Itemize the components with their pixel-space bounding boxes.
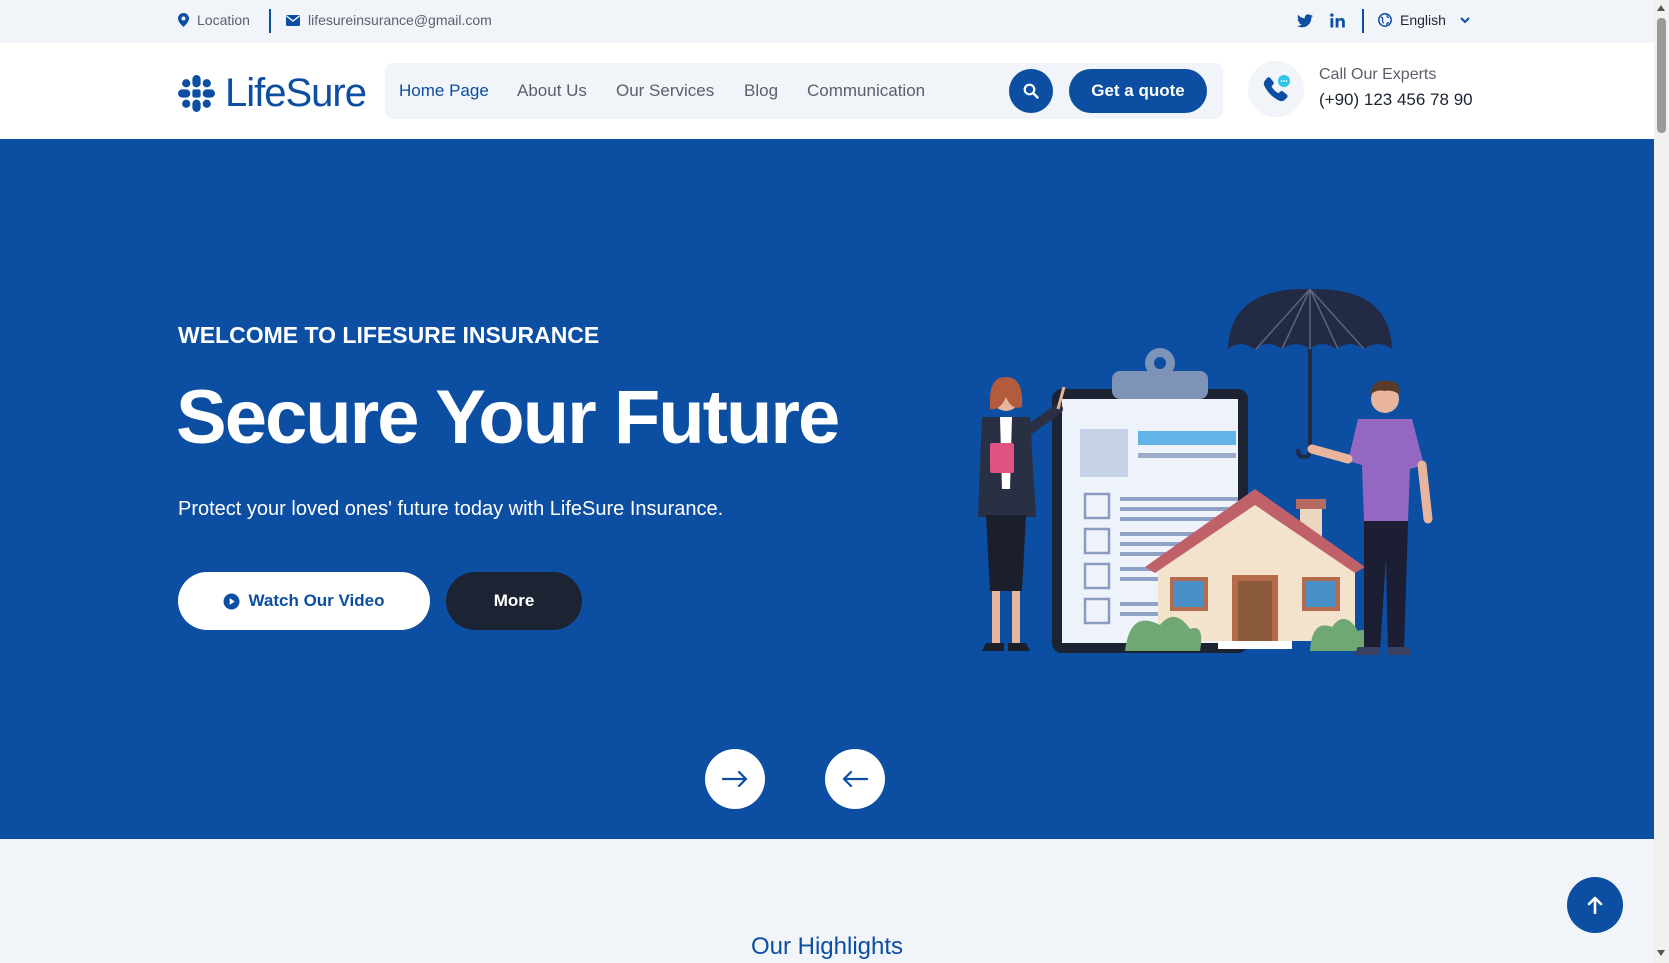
language-label: English bbox=[1400, 12, 1446, 28]
call-number[interactable]: (+90) 123 456 78 90 bbox=[1319, 90, 1473, 110]
slider-next-button[interactable] bbox=[705, 749, 765, 809]
logo[interactable]: LifeSure bbox=[178, 71, 367, 116]
arrow-up-icon bbox=[1587, 896, 1603, 914]
search-icon bbox=[1023, 83, 1039, 99]
main-navbar: LifeSure Home Page About Us Our Services… bbox=[0, 43, 1654, 139]
slider-prev-button[interactable] bbox=[825, 749, 885, 809]
topbar-divider-right bbox=[1362, 9, 1364, 33]
watch-video-button[interactable]: Watch Our Video bbox=[178, 572, 430, 630]
hero-subtext: Protect your loved ones' future today wi… bbox=[178, 498, 724, 520]
insurance-illustration bbox=[978, 289, 1433, 655]
get-quote-button[interactable]: Get a quote bbox=[1069, 69, 1207, 113]
nav-home[interactable]: Home Page bbox=[399, 81, 489, 101]
globe-icon bbox=[1378, 13, 1392, 27]
arrow-right-icon bbox=[722, 771, 748, 787]
logo-icon bbox=[178, 75, 215, 112]
scrollbar-thumb[interactable] bbox=[1657, 18, 1666, 133]
scroll-down-arrow[interactable] bbox=[1657, 950, 1665, 956]
scroll-to-top-button[interactable] bbox=[1567, 877, 1623, 933]
nav-about[interactable]: About Us bbox=[517, 81, 587, 101]
language-selector[interactable]: English bbox=[1378, 12, 1470, 28]
section-title: Our Highlights bbox=[750, 933, 904, 960]
hero-kicker: WELCOME TO LIFESURE INSURANCE bbox=[178, 322, 600, 348]
nav-menu: Home Page About Us Our Services Blog Com… bbox=[385, 63, 1223, 119]
scroll-up-arrow[interactable] bbox=[1657, 5, 1665, 11]
twitter-icon[interactable] bbox=[1297, 14, 1313, 28]
call-label: Call Our Experts bbox=[1319, 66, 1437, 83]
location-link[interactable]: Location bbox=[178, 12, 250, 28]
watch-video-label: Watch Our Video bbox=[248, 591, 385, 610]
email-text: lifesureinsurance@gmail.com bbox=[308, 12, 492, 28]
hero-headline: Secure Your Future bbox=[176, 375, 840, 460]
topbar-divider bbox=[269, 9, 271, 33]
nav-communication[interactable]: Communication bbox=[807, 81, 925, 101]
hero-section: WELCOME TO LIFESURE INSURANCE Secure You… bbox=[0, 139, 1654, 839]
more-button[interactable]: More bbox=[446, 572, 582, 630]
page-scrollbar[interactable] bbox=[1654, 0, 1669, 963]
location-text: Location bbox=[197, 12, 250, 28]
phone-icon bbox=[1263, 75, 1290, 102]
email-link[interactable]: lifesureinsurance@gmail.com bbox=[286, 12, 492, 28]
envelope-icon bbox=[286, 14, 300, 26]
arrow-left-icon bbox=[842, 771, 868, 787]
logo-text: LifeSure bbox=[225, 71, 367, 115]
nav-services[interactable]: Our Services bbox=[616, 81, 714, 101]
chevron-down-icon bbox=[1460, 16, 1470, 23]
phone-badge[interactable] bbox=[1248, 61, 1304, 117]
map-pin-icon bbox=[178, 13, 189, 27]
linkedin-icon[interactable] bbox=[1330, 13, 1345, 28]
top-bar: Location lifesureinsurance@gmail.com Eng… bbox=[0, 0, 1654, 43]
play-icon bbox=[224, 593, 240, 609]
nav-blog[interactable]: Blog bbox=[744, 81, 778, 101]
search-button[interactable] bbox=[1009, 69, 1053, 113]
